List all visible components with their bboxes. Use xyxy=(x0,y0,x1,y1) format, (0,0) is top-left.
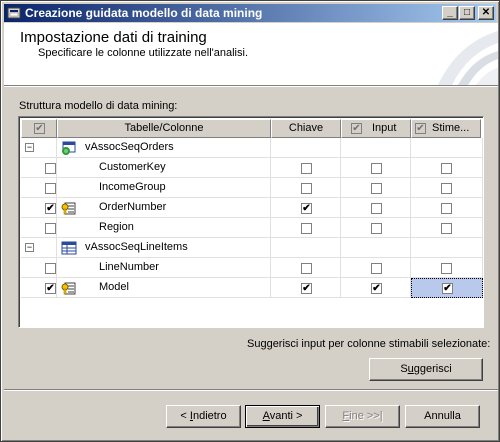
minimize-icon: _ xyxy=(447,7,453,18)
predict-header-label: Stime... xyxy=(432,122,470,134)
predict-header[interactable]: ✔ Stime... xyxy=(411,119,481,138)
key-checkbox[interactable]: ✔ xyxy=(301,283,312,294)
suggest-label: Suggerisci input per colonne stimabili s… xyxy=(247,338,491,350)
predict-checkbox[interactable]: ✔ xyxy=(442,283,453,294)
key-checkbox[interactable] xyxy=(301,183,312,194)
key-checkbox[interactable] xyxy=(301,163,312,174)
wizard-window: Creazione guidata modello di data mining… xyxy=(0,0,500,442)
header-select-checkbox[interactable]: ✔ xyxy=(34,123,45,134)
wizard-header: Impostazione dati di training Specificar… xyxy=(4,23,498,85)
back-button[interactable]: < Indietro xyxy=(166,405,241,428)
maximize-button[interactable]: □ xyxy=(459,6,475,20)
close-button[interactable]: ✕ xyxy=(478,6,494,20)
predict-cell-focused[interactable]: ✔ xyxy=(411,278,483,298)
predict-checkbox[interactable] xyxy=(441,163,452,174)
tables-columns-header[interactable]: Tabelle/Colonne xyxy=(57,119,271,138)
table-row-vassocseqlineitems[interactable]: − vAssocSeqLineItems xyxy=(21,238,483,258)
column-row-linenumber[interactable]: LineNumber xyxy=(21,258,483,278)
column-row-region[interactable]: Region xyxy=(21,218,483,238)
header-graphic-icon xyxy=(438,31,498,85)
column-row-customerkey[interactable]: CustomerKey xyxy=(21,158,483,178)
header-input-checkbox[interactable]: ✔ xyxy=(351,123,362,134)
predict-checkbox[interactable] xyxy=(441,203,452,214)
header-separator xyxy=(4,85,498,87)
select-checkbox[interactable] xyxy=(45,263,56,274)
select-all-header[interactable]: ✔ xyxy=(21,119,57,138)
column-row-model[interactable]: ✔ Model ✔ ✔ ✔ xyxy=(21,278,483,298)
predict-checkbox[interactable] xyxy=(441,183,452,194)
input-header-label: Input xyxy=(372,122,397,134)
column-name: CustomerKey xyxy=(99,161,166,173)
select-checkbox[interactable] xyxy=(45,183,56,194)
column-row-ordernumber[interactable]: ✔ OrderNumber ✔ xyxy=(21,198,483,218)
page-title: Impostazione dati di training xyxy=(20,29,207,46)
predict-checkbox[interactable] xyxy=(441,223,452,234)
close-icon: ✕ xyxy=(481,7,491,18)
minimize-button[interactable]: _ xyxy=(442,6,458,20)
select-checkbox[interactable] xyxy=(45,163,56,174)
structure-label: Struttura modello di data mining: xyxy=(19,100,178,112)
input-checkbox[interactable] xyxy=(371,263,382,274)
page-subtitle: Specificare le colonne utilizzate nell'a… xyxy=(38,47,248,59)
table-row-vassocseqorders[interactable]: − vAssocSeqOrders xyxy=(21,138,483,158)
next-button[interactable]: Avanti > xyxy=(245,405,320,428)
input-checkbox[interactable] xyxy=(371,163,382,174)
column-name: LineNumber xyxy=(99,261,159,273)
select-checkbox[interactable] xyxy=(45,223,56,234)
header-predict-checkbox[interactable]: ✔ xyxy=(415,123,426,134)
key-checkbox[interactable]: ✔ xyxy=(301,203,312,214)
input-checkbox[interactable] xyxy=(371,223,382,234)
title-bar[interactable]: Creazione guidata modello di data mining… xyxy=(4,4,496,22)
wizard-app-icon xyxy=(7,7,21,19)
column-name: Region xyxy=(99,221,134,233)
key-checkbox[interactable] xyxy=(301,223,312,234)
suggest-button[interactable]: Suggerisci xyxy=(369,358,483,381)
key-column-icon xyxy=(61,282,76,295)
window-title: Creazione guidata modello di data mining xyxy=(25,6,263,20)
table-name: vAssocSeqLineItems xyxy=(85,241,188,253)
table-name: vAssocSeqOrders xyxy=(85,141,174,153)
key-header[interactable]: Chiave xyxy=(271,119,341,138)
collapse-icon[interactable]: − xyxy=(25,143,34,152)
collapse-icon[interactable]: − xyxy=(25,243,34,252)
column-name: Model xyxy=(99,281,129,293)
finish-button[interactable]: Fine >>| xyxy=(325,405,400,428)
footer-separator xyxy=(4,389,498,391)
key-column-icon xyxy=(61,202,76,215)
input-checkbox[interactable] xyxy=(371,183,382,194)
table-icon xyxy=(62,141,76,155)
input-checkbox[interactable] xyxy=(371,203,382,214)
select-checkbox[interactable]: ✔ xyxy=(45,203,56,214)
select-checkbox[interactable]: ✔ xyxy=(45,283,56,294)
cancel-button[interactable]: Annulla xyxy=(405,405,480,428)
input-checkbox[interactable]: ✔ xyxy=(371,283,382,294)
nested-table-icon xyxy=(61,241,77,255)
column-name: IncomeGroup xyxy=(99,181,166,193)
predict-checkbox[interactable] xyxy=(441,263,452,274)
key-checkbox[interactable] xyxy=(301,263,312,274)
input-header[interactable]: ✔ Input xyxy=(341,119,411,138)
maximize-icon: □ xyxy=(463,7,471,18)
column-row-incomegroup[interactable]: IncomeGroup xyxy=(21,178,483,198)
columns-grid[interactable]: ✔ Tabelle/Colonne Chiave ✔ Input ✔ Stime… xyxy=(18,116,484,328)
column-name: OrderNumber xyxy=(99,201,167,213)
